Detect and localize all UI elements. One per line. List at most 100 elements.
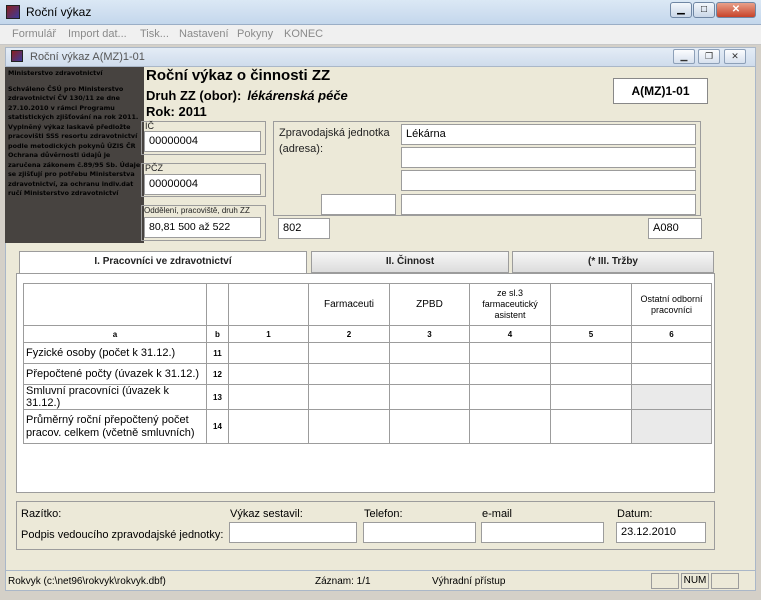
department-field[interactable]: 80,81 500 až 522 [144,217,261,238]
compiler-label: Výkaz sestavil: [230,508,303,520]
tab-trzby[interactable]: (* III. Tržby [512,251,714,273]
unit-code-field[interactable]: 802 [278,218,330,239]
header-ostatni: Ostatní odborní pracovníci [631,283,712,326]
table-row: Průměrný roční přepočtený počet pracov. … [23,409,712,444]
column-label: 3 [389,325,470,343]
table-cell[interactable] [308,409,390,444]
facility-type-label: Druh ZZ (obor): [146,88,242,103]
form-icon [11,50,23,62]
table-cell[interactable] [389,363,470,385]
menu-tisk[interactable]: Tisk... [140,28,169,40]
compiler-field[interactable] [229,522,357,543]
staff-table: Farmaceuti ZPBD ze sl.3 farmaceutický as… [23,283,712,444]
tab-pracovnici[interactable]: I. Pracovníci ve zdravotnictví [19,251,307,274]
maximize-button[interactable]: □ [693,2,715,18]
row-label: Smluvní pracovníci (úvazek k 31.12.) [23,384,207,410]
table-cell[interactable] [308,342,390,364]
restore-icon: ❐ [704,51,714,61]
window-title: Roční výkaz [26,5,92,19]
pcz-field[interactable]: 00000004 [144,174,261,195]
app-icon [6,5,20,19]
close-icon: ✕ [731,4,741,15]
table-cell[interactable] [308,363,390,385]
table-cell[interactable] [631,342,712,364]
table-cell[interactable] [228,384,309,410]
table-cell[interactable] [469,409,551,444]
header-cell [206,283,229,326]
table-row: Přepočtené počty (úvazek k 31.12.) 12 [23,363,712,385]
table-cell[interactable] [469,342,551,364]
menu-pokyny[interactable]: Pokyny [237,28,273,40]
table-cell[interactable] [389,384,470,410]
table-cell[interactable] [469,384,551,410]
table-cell[interactable] [308,384,390,410]
table-cell[interactable] [550,384,632,410]
phone-label: Telefon: [364,508,403,520]
signature-label: Podpis vedoucího zpravodajské jednotky: [21,529,224,541]
close-icon: ✕ [731,51,739,61]
menu-nastaveni[interactable]: Nastavení [179,28,229,40]
row-label: Fyzické osoby (počet k 31.12.) [23,342,207,364]
header-cell [228,283,309,326]
menu-bar: Formulář Import dat... Tisk... Nastavení… [0,25,761,45]
header-asistent: ze sl.3 farmaceutický asistent [469,283,551,326]
inner-window-title: Roční výkaz A(MZ)1-01 [30,51,145,63]
table-cell[interactable] [228,342,309,364]
email-field[interactable] [481,522,604,543]
minimize-button[interactable]: ▁ [670,2,692,18]
report-year: Rok: 2011 [146,104,207,119]
table-row: Smluvní pracovníci (úvazek k 31.12.) 13 [23,384,712,410]
pcz-label: PČZ [145,163,163,173]
inner-close-button[interactable]: ✕ [724,49,746,64]
column-label: 5 [550,325,632,343]
report-title: Roční výkaz o činnosti ZZ [146,67,331,84]
table-cell-disabled [631,409,712,444]
table-cell[interactable] [389,409,470,444]
row-label: Přepočtené počty (úvazek k 31.12.) [23,363,207,385]
table-cell[interactable] [389,342,470,364]
status-path: Rokvyk (c:\net96\rokvyk\rokvyk.dbf) [8,576,166,587]
row-number: 11 [206,342,229,364]
table-cell[interactable] [228,409,309,444]
row-number: 14 [206,409,229,444]
close-button[interactable]: ✕ [716,2,756,18]
ic-field[interactable]: 00000004 [144,131,261,152]
unit-code2-field[interactable]: A080 [648,218,702,239]
reporting-unit-name-field[interactable]: Lékárna [401,124,696,145]
inner-restore-button[interactable]: ❐ [698,49,720,64]
address-line-3-field[interactable] [401,170,696,191]
status-access: Výhradní přístup [432,576,506,587]
phone-field[interactable] [363,522,476,543]
table-cell[interactable] [550,342,632,364]
table-cell[interactable] [228,363,309,385]
table-cell[interactable] [631,363,712,385]
column-label: 4 [469,325,551,343]
tab-cinnost[interactable]: II. Činnost [311,251,509,273]
menu-import[interactable]: Import dat... [68,28,127,40]
minimize-icon: ▁ [680,51,688,61]
header-farmaceuti: Farmaceuti [308,283,390,326]
date-field[interactable]: 23.12.2010 [616,522,706,543]
inner-minimize-button[interactable]: ▁ [673,49,695,64]
reporting-unit-address-label: (adresa): [279,143,324,155]
header-cell [23,283,207,326]
table-row: Fyzické osoby (počet k 31.12.) 11 [23,342,712,364]
column-label: 6 [631,325,712,343]
menu-konec[interactable]: KONEC [284,28,323,40]
menu-formular[interactable]: Formulář [12,28,56,40]
stamp-label: Razítko: [21,508,62,520]
column-label: 2 [308,325,390,343]
table-cell[interactable] [550,363,632,385]
city-field[interactable] [401,194,696,215]
date-label: Datum: [617,508,653,520]
table-cell[interactable] [469,363,551,385]
postal-code-field[interactable] [321,194,396,215]
info-body: Schváleno ČSÚ pro Ministerstvo zdravotni… [8,84,141,198]
address-line-2-field[interactable] [401,147,696,168]
table-cell[interactable] [550,409,632,444]
minimize-icon: ▁ [677,4,685,15]
header-zpbd: ZPBD [389,283,470,326]
window-titlebar: Roční výkaz ▁ □ ✕ [0,0,761,25]
status-panel-caps [651,573,679,589]
inner-window-titlebar: Roční výkaz A(MZ)1-01 ▁ ❐ ✕ [5,47,756,67]
